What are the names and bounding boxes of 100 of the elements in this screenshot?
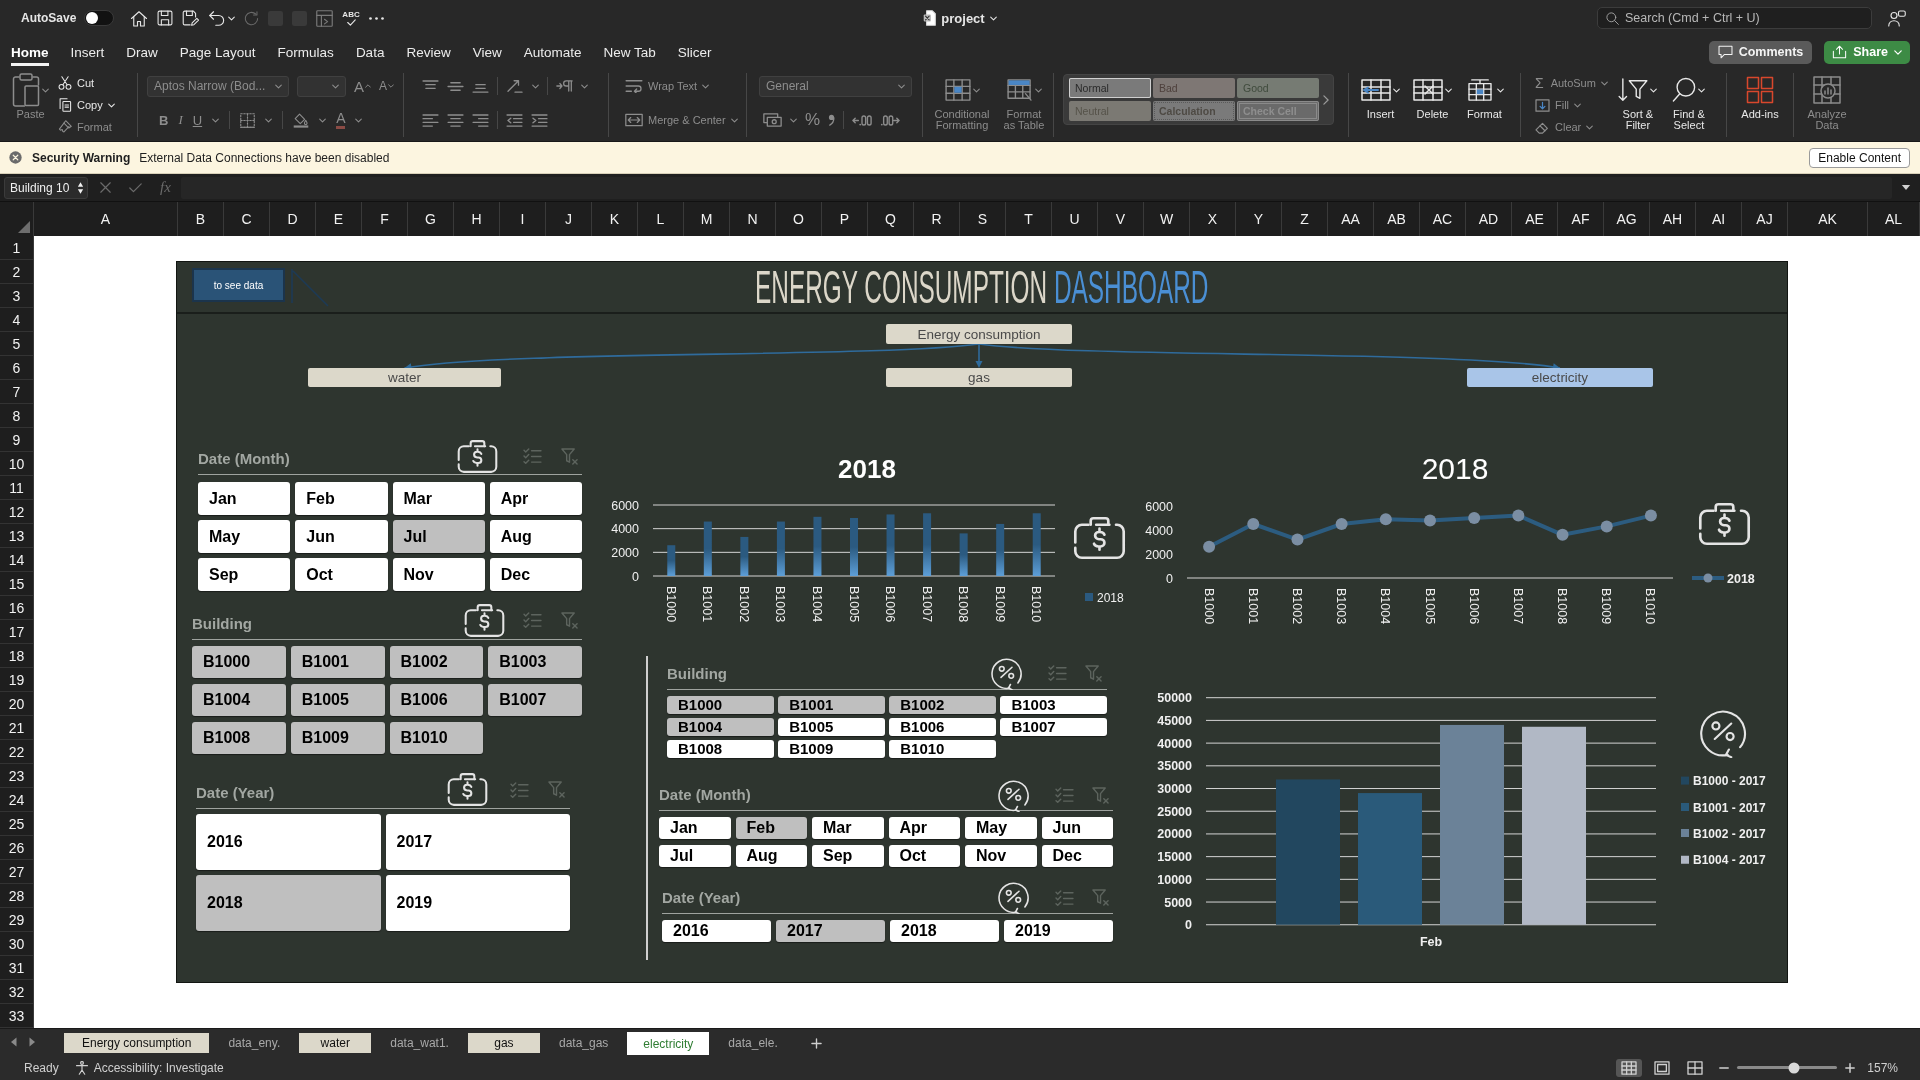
accessibility-status[interactable]: Accessibility: Investigate (93, 1060, 224, 1075)
slicer-item[interactable]: Feb (735, 817, 807, 839)
increase-decimal-icon[interactable] (852, 113, 873, 127)
ribbon-tab[interactable]: Formulas (277, 38, 334, 66)
spinner-icon[interactable] (77, 180, 84, 195)
ribbon-tab[interactable]: Slicer (677, 38, 712, 66)
slicer-item[interactable]: B1000 (192, 646, 286, 678)
sheet-tab[interactable]: water (299, 1033, 372, 1053)
align-right-icon[interactable] (472, 113, 489, 127)
row-header[interactable]: 28 (0, 884, 33, 908)
slicer-item[interactable]: Aug (735, 844, 807, 867)
slicer-item[interactable]: B1001 (290, 646, 385, 678)
slicer-item[interactable]: 2017 (385, 813, 570, 870)
align-left-icon[interactable] (422, 113, 439, 127)
slicer-item[interactable]: May (965, 817, 1037, 839)
slicer-item[interactable]: Mar (392, 482, 485, 515)
text-orientation-icon[interactable] (506, 79, 524, 93)
row-header[interactable]: 4 (0, 308, 33, 332)
autosave-toggle[interactable] (84, 10, 115, 26)
row-header[interactable]: 12 (0, 500, 33, 524)
insert-button[interactable]: Insert (1361, 73, 1400, 120)
diagram-node[interactable]: water (308, 368, 501, 387)
data-link-button[interactable]: to see data (192, 268, 285, 302)
find-select-button[interactable]: Find & Select (1667, 73, 1710, 131)
home-icon[interactable] (130, 9, 149, 27)
row-header[interactable]: 21 (0, 716, 33, 740)
slicer-item[interactable]: Nov (965, 844, 1037, 867)
sheet-tab[interactable]: electricity (627, 1032, 710, 1055)
slicer-item[interactable]: Apr (489, 482, 582, 515)
row-header[interactable]: 13 (0, 524, 33, 548)
diagram-node[interactable]: gas (886, 368, 1072, 387)
cut-button[interactable]: Cut (58, 73, 115, 93)
diagram-node[interactable]: Energy consumption (886, 324, 1072, 344)
slicer-item[interactable]: Aug (489, 520, 582, 553)
slicer-item[interactable]: Oct (295, 558, 388, 591)
currency-icon[interactable] (763, 113, 782, 127)
ribbon-tab[interactable]: Insert (70, 38, 105, 66)
align-center-icon[interactable] (447, 113, 464, 127)
row-header[interactable]: 24 (0, 788, 33, 812)
format-button[interactable]: Format (1465, 73, 1504, 120)
slicer-item[interactable]: Mar (812, 817, 884, 839)
row-header[interactable]: 2 (0, 260, 33, 284)
row-header[interactable]: 17 (0, 620, 33, 644)
ribbon-tab[interactable]: Home (11, 38, 49, 66)
diagram-node[interactable]: electricity (1467, 368, 1653, 387)
borders-icon[interactable] (240, 112, 256, 128)
people-icon[interactable] (1888, 9, 1906, 27)
row-header[interactable]: 30 (0, 932, 33, 956)
slicer-item[interactable]: B1000 (667, 696, 774, 714)
chevron-right-icon[interactable] (1323, 94, 1329, 105)
delete-button[interactable]: Delete (1413, 73, 1452, 120)
ribbon-tab[interactable]: New Tab (603, 38, 656, 66)
enter-icon[interactable] (129, 182, 142, 193)
ribbon-tab[interactable]: Page Layout (179, 38, 256, 66)
ribbon-tab[interactable]: Data (355, 38, 385, 66)
row-header[interactable]: 14 (0, 548, 33, 572)
slicer-item[interactable]: Jun (1041, 817, 1113, 839)
expand-icon[interactable] (1901, 184, 1911, 191)
previous-sheet-icon[interactable] (10, 1037, 17, 1047)
caret-icon[interactable] (228, 15, 236, 21)
row-header[interactable]: 31 (0, 956, 33, 980)
slicer-item[interactable]: Jun (295, 520, 388, 553)
slicer-item[interactable]: B1004 (667, 718, 774, 736)
slider-thumb[interactable] (1788, 1062, 1800, 1073)
slicer-item[interactable]: Apr (888, 817, 960, 839)
slicer-item[interactable]: Dec (489, 558, 582, 591)
zoom-percentage[interactable]: 157% (1867, 1060, 1898, 1075)
decrease-decimal-icon[interactable] (880, 113, 901, 127)
row-header[interactable]: 16 (0, 596, 33, 620)
row-header[interactable]: 10 (0, 452, 33, 476)
share-button[interactable]: Share (1824, 40, 1910, 64)
sheet-tab[interactable]: data_eny. (212, 1033, 297, 1053)
row-header[interactable]: 11 (0, 476, 33, 500)
slicer-item[interactable]: 2019 (385, 874, 570, 931)
row-header[interactable]: 15 (0, 572, 33, 596)
comments-button[interactable]: Comments (1708, 40, 1813, 64)
slicer-item[interactable]: Dec (1041, 844, 1113, 867)
slicer-item[interactable]: B1009 (778, 740, 885, 758)
slicer-item[interactable]: B1006 (389, 684, 484, 716)
close-icon[interactable] (9, 151, 22, 164)
slicer-item[interactable]: B1008 (192, 722, 286, 754)
table-icon[interactable] (316, 9, 334, 27)
accessibility-icon[interactable] (74, 1060, 89, 1075)
row-header[interactable]: 1 (0, 236, 33, 260)
spelling-button[interactable]: ABC (342, 10, 360, 26)
slicer-item[interactable]: May (198, 520, 291, 553)
slicer-item[interactable]: Sep (812, 844, 884, 867)
slicer-item[interactable]: 2018 (196, 874, 381, 931)
fill-color-icon[interactable] (293, 112, 310, 128)
row-header[interactable]: 3 (0, 284, 33, 308)
slicer-item[interactable]: B1002 (889, 696, 996, 714)
copy-button[interactable]: Copy (58, 95, 115, 115)
view-button[interactable] (1616, 1058, 1643, 1077)
slicer-item[interactable]: Jul (659, 844, 731, 867)
save-icon[interactable] (157, 10, 174, 26)
sheet-tab[interactable]: Energy consumption (64, 1033, 210, 1053)
row-header[interactable]: 32 (0, 980, 33, 1004)
caret-icon[interactable] (989, 15, 997, 21)
enable-content-button[interactable]: Enable Content (1809, 147, 1910, 168)
slicer-item[interactable]: 2018 (890, 919, 999, 942)
